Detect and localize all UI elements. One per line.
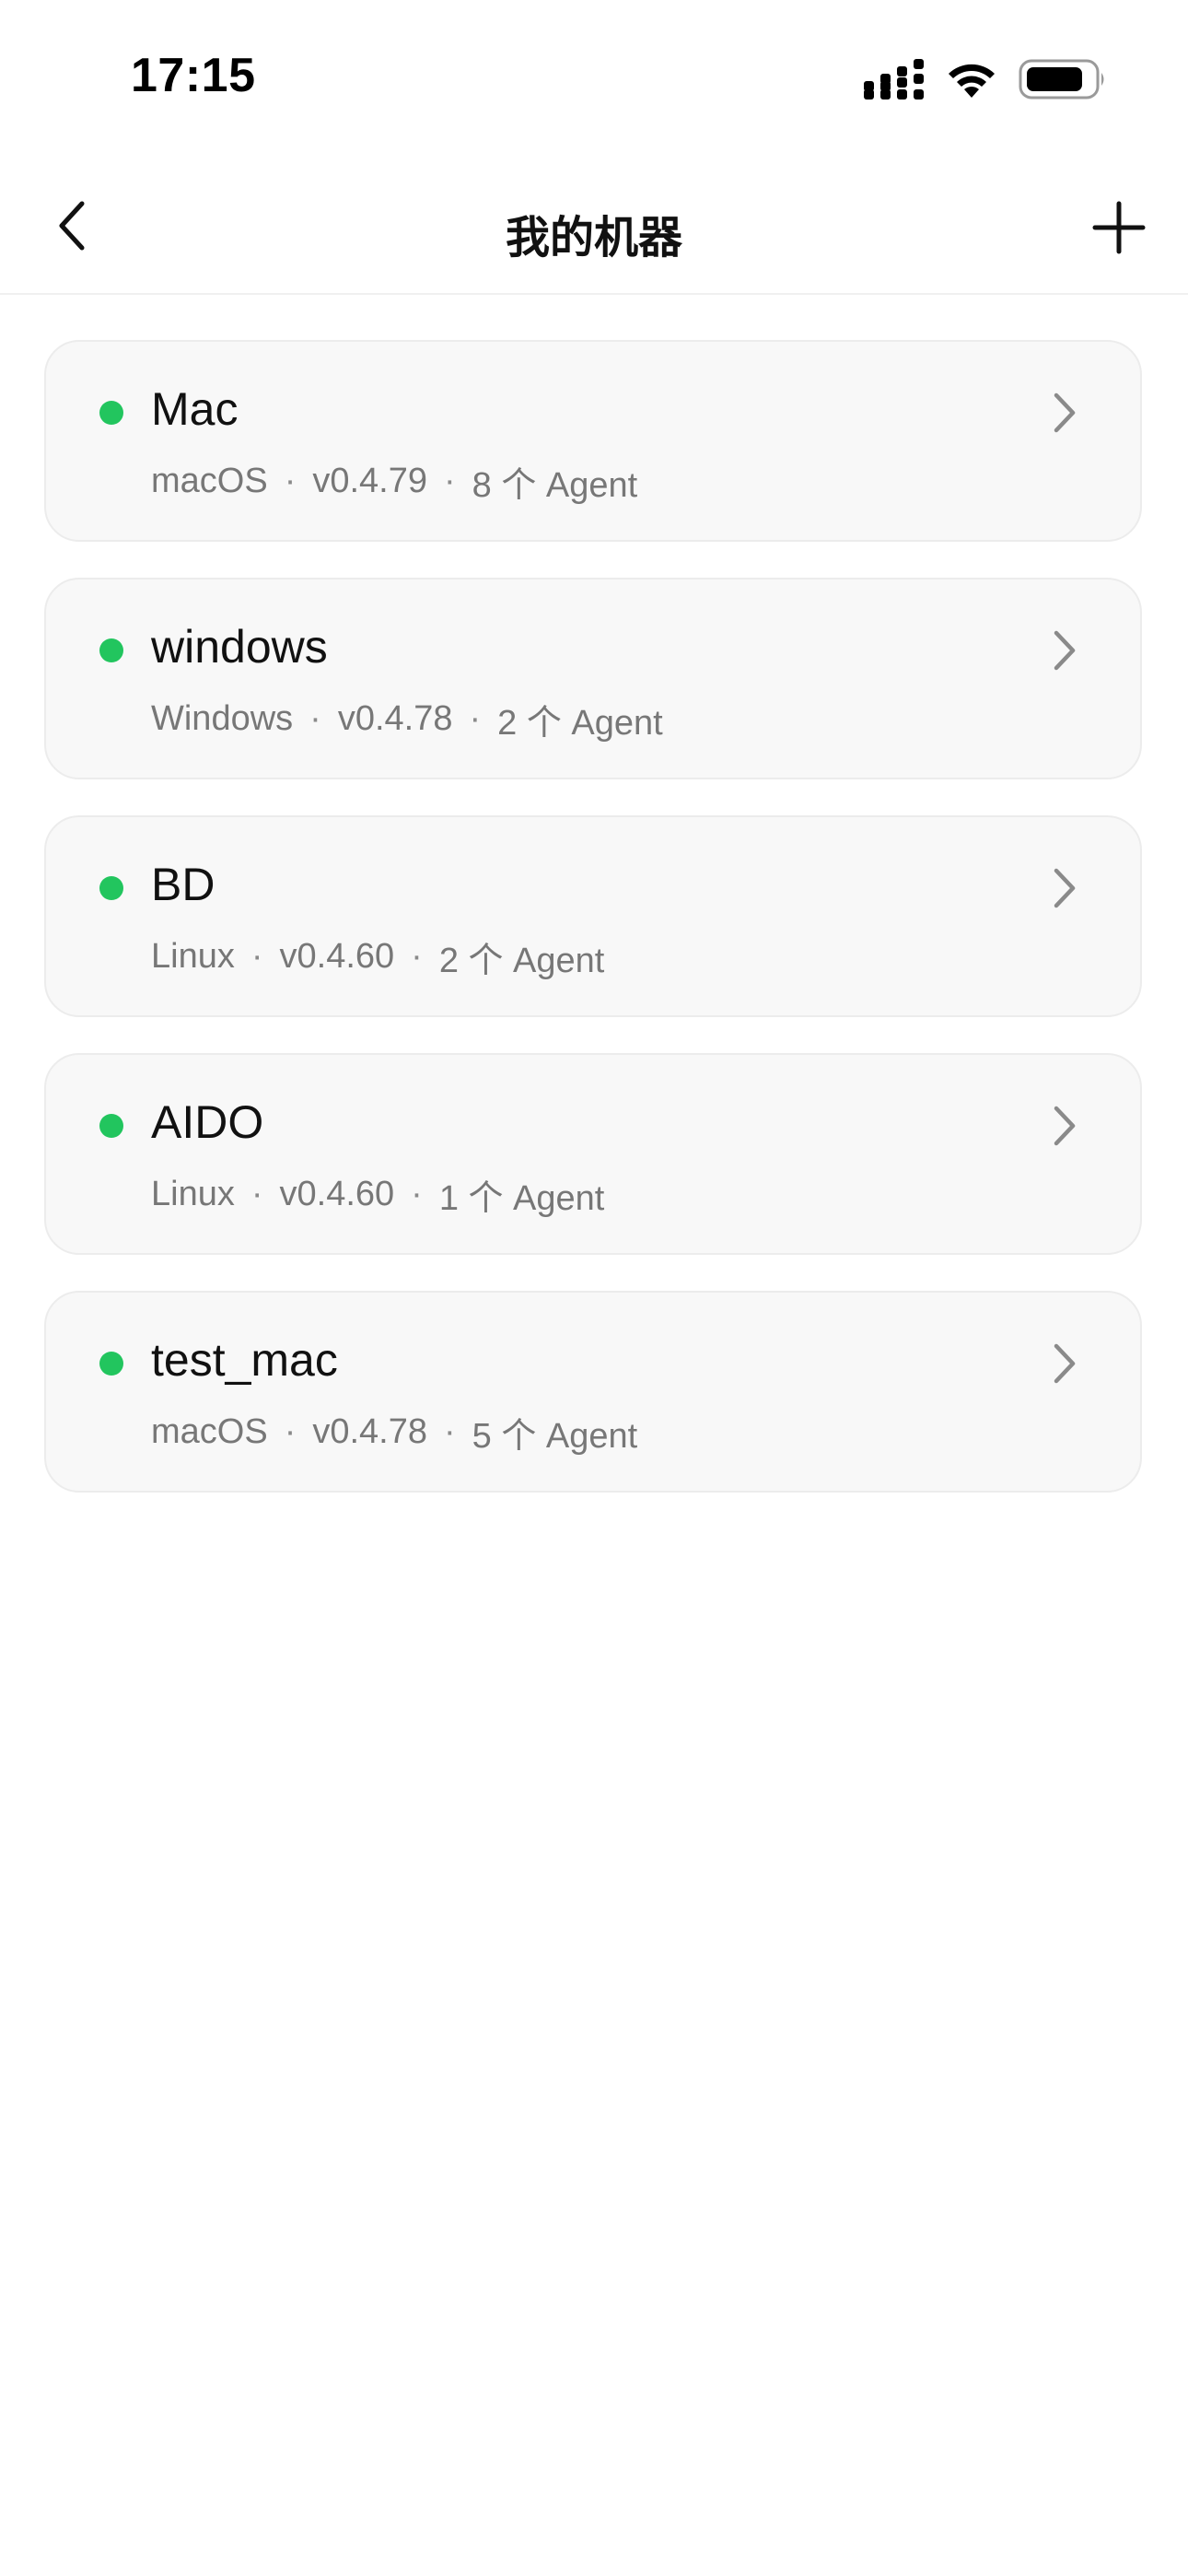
- machine-os: Linux: [151, 1175, 235, 1213]
- page-title: 我的机器: [505, 214, 682, 263]
- chevron-right-icon: [1044, 1341, 1085, 1387]
- online-status-dot: [99, 401, 123, 425]
- machine-agent-count: 8 个 Agent: [472, 466, 638, 505]
- meta-separator: ·: [411, 1175, 423, 1213]
- machine-meta: macOS · v0.4.78 · 5 个 Agent: [151, 1407, 637, 1458]
- battery-icon: [1019, 58, 1107, 100]
- meta-separator: ·: [444, 462, 456, 500]
- meta-separator: ·: [284, 462, 297, 500]
- machine-name: windows: [151, 621, 328, 673]
- chevron-right-icon: [1044, 865, 1085, 911]
- machine-meta: Linux · v0.4.60 · 1 个 Agent: [151, 1169, 604, 1220]
- meta-separator: ·: [469, 699, 482, 738]
- cellular-signal-icon: [864, 59, 925, 100]
- chevron-right-icon: [1044, 1103, 1085, 1149]
- machine-list: Mac macOS · v0.4.79 · 8 个 Agent windows …: [44, 340, 1142, 1493]
- meta-separator: ·: [309, 699, 321, 738]
- status-time: 17:15: [131, 49, 256, 102]
- machine-name: BD: [151, 859, 215, 910]
- machine-card-aido[interactable]: AIDO Linux · v0.4.60 · 1 个 Agent: [44, 1053, 1142, 1255]
- machine-card-bd[interactable]: BD Linux · v0.4.60 · 2 个 Agent: [44, 815, 1142, 1017]
- meta-separator: ·: [250, 937, 263, 976]
- machine-agent-count: 1 个 Agent: [438, 1179, 605, 1218]
- machine-version: v0.4.79: [312, 462, 428, 500]
- machine-name: AIDO: [151, 1096, 264, 1148]
- meta-separator: ·: [250, 1175, 263, 1213]
- online-status-dot: [99, 1352, 123, 1376]
- machine-version: v0.4.60: [279, 937, 395, 976]
- machine-agent-count: 2 个 Agent: [497, 704, 663, 743]
- chevron-right-icon: [1044, 627, 1085, 673]
- machine-version: v0.4.78: [312, 1412, 428, 1451]
- wifi-icon: [945, 59, 998, 100]
- meta-separator: ·: [444, 1412, 456, 1451]
- machine-agent-count: 2 个 Agent: [438, 942, 605, 980]
- machine-os: Windows: [151, 699, 294, 738]
- machine-agent-count: 5 个 Agent: [472, 1417, 638, 1456]
- machine-meta: macOS · v0.4.79 · 8 个 Agent: [151, 456, 637, 507]
- meta-separator: ·: [284, 1412, 297, 1451]
- machine-card-test-mac[interactable]: test_mac macOS · v0.4.78 · 5 个 Agent: [44, 1291, 1142, 1493]
- online-status-dot: [99, 876, 123, 900]
- machine-version: v0.4.60: [279, 1175, 395, 1213]
- meta-separator: ·: [411, 937, 423, 976]
- status-bar: 17:15: [0, 0, 1188, 157]
- status-icons: [864, 55, 1107, 103]
- plus-icon: [1092, 201, 1146, 254]
- machine-name: Mac: [151, 383, 239, 435]
- add-machine-button[interactable]: [1087, 195, 1151, 260]
- machine-os: Linux: [151, 937, 235, 976]
- machine-name: test_mac: [151, 1334, 338, 1386]
- machine-version: v0.4.78: [337, 699, 453, 738]
- machine-os: macOS: [151, 1412, 268, 1451]
- chevron-right-icon: [1044, 390, 1085, 436]
- nav-bar: 我的机器: [0, 157, 1188, 295]
- machine-card-mac[interactable]: Mac macOS · v0.4.79 · 8 个 Agent: [44, 340, 1142, 542]
- machine-os: macOS: [151, 462, 268, 500]
- online-status-dot: [99, 1114, 123, 1138]
- machine-card-windows[interactable]: windows Windows · v0.4.78 · 2 个 Agent: [44, 578, 1142, 779]
- machine-meta: Windows · v0.4.78 · 2 个 Agent: [151, 694, 663, 744]
- machine-meta: Linux · v0.4.60 · 2 个 Agent: [151, 931, 604, 982]
- online-status-dot: [99, 638, 123, 662]
